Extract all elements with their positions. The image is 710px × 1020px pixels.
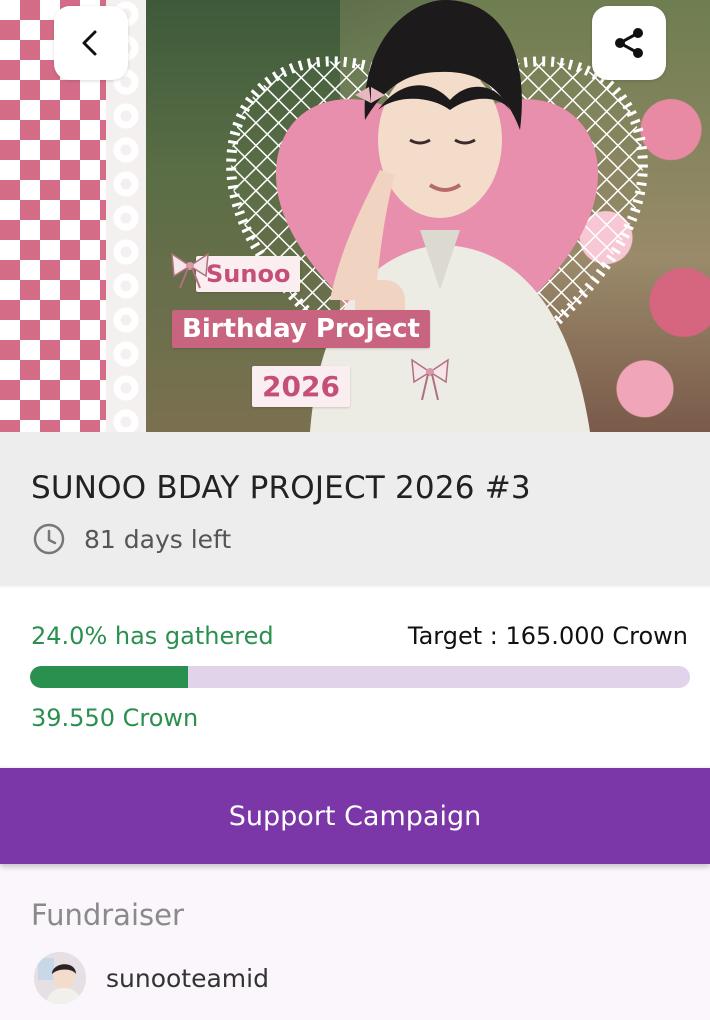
campaign-title: SUNOO BDAY PROJECT 2026 #3 bbox=[31, 470, 531, 506]
progress-bar-fill bbox=[30, 666, 189, 688]
fundraiser-name: sunooteamid bbox=[106, 963, 269, 993]
funding-progress: 24.0% has gathered Target : 165.000 Crow… bbox=[0, 588, 710, 766]
days-left-row: 81 days left bbox=[32, 522, 231, 556]
campaign-banner: Sunoo Birthday Project 2026 bbox=[0, 0, 710, 432]
banner-label-project: Birthday Project bbox=[172, 310, 430, 348]
share-button[interactable] bbox=[592, 6, 666, 80]
progress-bar bbox=[30, 666, 690, 688]
target-amount: Target : 165.000 Crown bbox=[407, 622, 688, 650]
fundraiser-profile[interactable]: sunooteamid bbox=[34, 952, 269, 1004]
avatar bbox=[34, 952, 86, 1004]
days-left-text: 81 days left bbox=[84, 524, 232, 554]
collected-amount: 39.550 Crown bbox=[31, 704, 199, 732]
ribbon-bow-icon bbox=[411, 358, 449, 401]
share-icon bbox=[615, 28, 643, 58]
gathered-percentage: 24.0% has gathered bbox=[31, 622, 274, 650]
ribbon-bow-icon bbox=[171, 252, 209, 289]
banner-label-year: 2026 bbox=[252, 366, 350, 407]
back-button[interactable] bbox=[54, 6, 128, 80]
fundraiser-heading: Fundraiser bbox=[31, 898, 184, 932]
chevron-left-icon bbox=[82, 30, 97, 56]
campaign-info: SUNOO BDAY PROJECT 2026 #3 81 days left bbox=[0, 432, 710, 586]
clock-icon bbox=[33, 523, 65, 555]
support-campaign-button[interactable]: Support Campaign bbox=[0, 768, 710, 864]
